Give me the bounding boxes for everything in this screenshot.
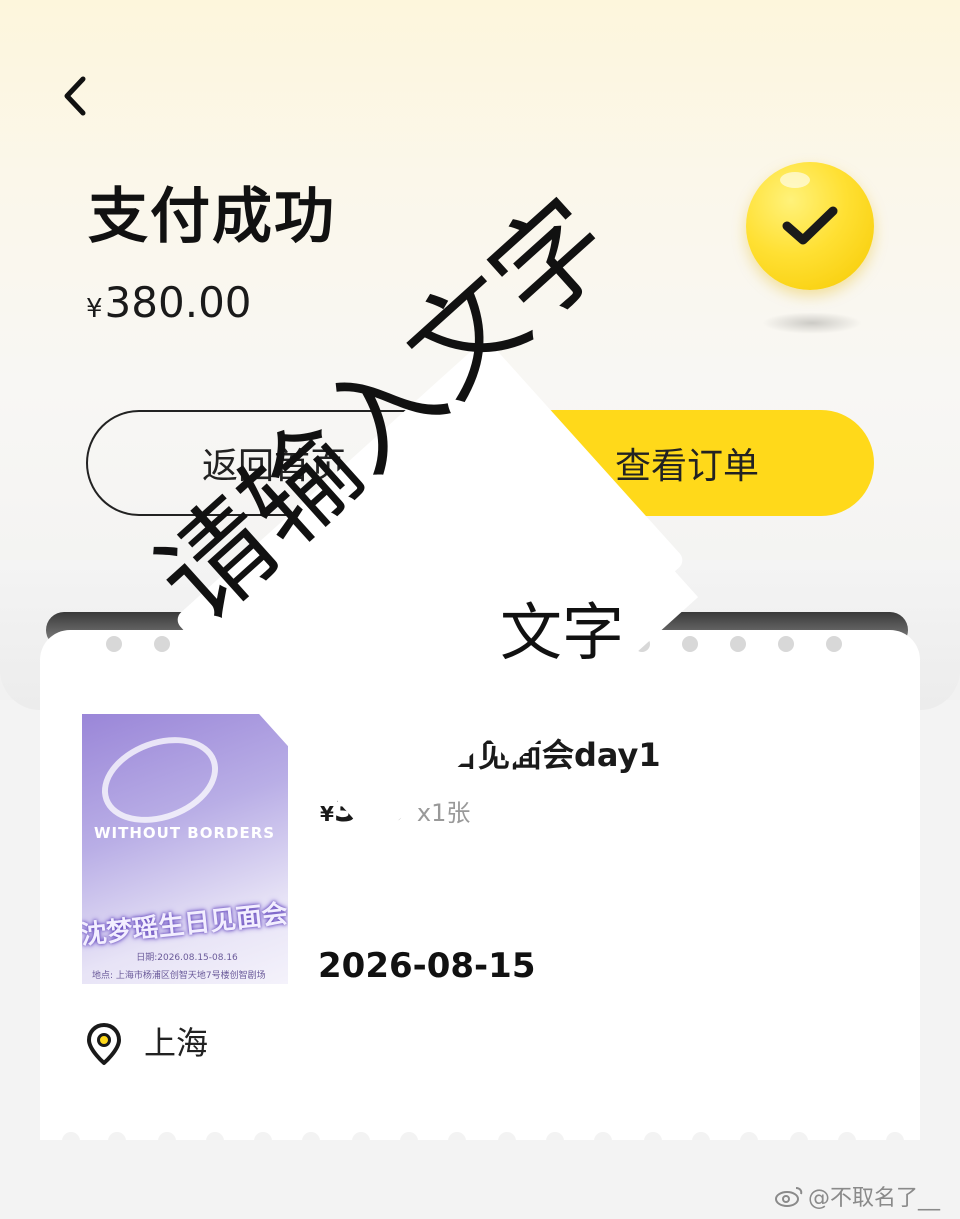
badge-shine xyxy=(780,172,810,188)
ticket-perforation-top xyxy=(100,634,860,654)
weibo-icon xyxy=(774,1187,803,1207)
event-poster-image[interactable]: WITHOUT BORDERS 沈梦瑶生日见面会 日期:2026.08.15-0… xyxy=(82,714,288,984)
chevron-left-icon xyxy=(64,76,86,116)
poster-venue-line: 地点: 上海市杨浦区创智天地7号楼创智剧场 xyxy=(92,971,266,981)
event-location: 上海 xyxy=(144,1024,209,1062)
ticket-quantity: x1张 xyxy=(416,799,471,827)
poster-date-line: 日期:2026.08.15-08.16 xyxy=(136,953,238,963)
success-badge xyxy=(744,162,878,342)
check-icon xyxy=(782,206,838,245)
view-order-button[interactable]: 查看订单 xyxy=(500,410,874,516)
event-name: 沈梦瑶生日见面会day1 xyxy=(318,736,661,774)
return-home-button[interactable]: 返回首页 xyxy=(86,410,462,516)
payment-amount: ¥ 380.00 xyxy=(86,278,252,327)
footer-watermark-text: @不取名了__ xyxy=(807,1186,940,1211)
poster-logo-swirl xyxy=(89,721,231,839)
ticket-price-row: ¥ 380 x1张 xyxy=(320,790,470,830)
location-pin-icon xyxy=(87,1023,121,1065)
amount-value: 380.00 xyxy=(104,278,252,327)
price-currency: ¥ xyxy=(320,802,334,826)
amount-currency: ¥ xyxy=(86,294,103,324)
poster-brand: WITHOUT BORDERS xyxy=(94,824,276,842)
poster-title: 沈梦瑶生日见面会 xyxy=(82,899,288,951)
event-date: 2026-08-15 xyxy=(318,946,536,986)
back-button[interactable] xyxy=(52,72,96,120)
badge-shadow xyxy=(762,312,862,334)
page-title: 支付成功 xyxy=(88,182,336,252)
footer-watermark: @不取名了__ xyxy=(774,1180,940,1212)
ticket-price: 380 xyxy=(333,790,405,830)
check-circle-icon xyxy=(746,162,874,290)
ticket-perforation-bottom xyxy=(40,1132,920,1152)
